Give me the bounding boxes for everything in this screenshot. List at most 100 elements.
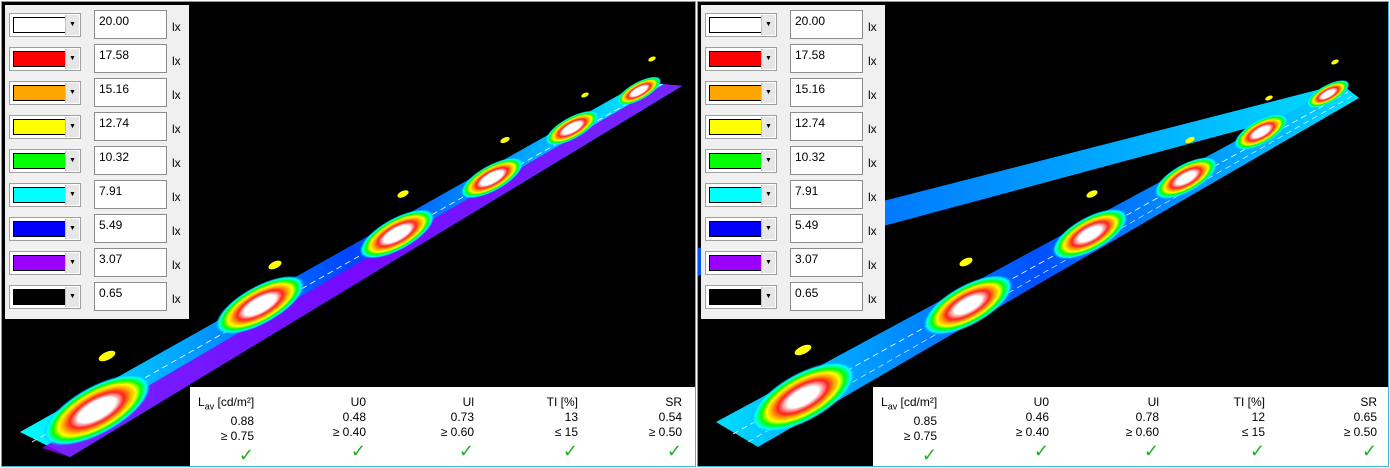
color-swatch (13, 119, 68, 135)
legend-row: ▼ 20.00 lx (701, 10, 885, 40)
threshold-value-field[interactable]: 5.49 (790, 214, 863, 243)
color-picker[interactable]: ▼ (9, 13, 81, 37)
color-picker[interactable]: ▼ (9, 81, 81, 105)
legend-row: ▼ 5.49 lx (701, 214, 885, 244)
color-swatch (709, 153, 764, 169)
chevron-down-icon[interactable]: ▼ (761, 253, 775, 273)
lav-requirement: ≥ 0.75 (220, 429, 254, 444)
lav-header: Lav [cd/m²] (881, 395, 938, 412)
color-picker[interactable]: ▼ (9, 149, 81, 173)
chevron-down-icon[interactable]: ▼ (761, 117, 775, 137)
u0-requirement: ≥ 0.40 (1015, 425, 1049, 439)
color-picker[interactable]: ▼ (9, 47, 81, 71)
threshold-value-field[interactable]: 7.91 (94, 180, 167, 209)
threshold-value-field[interactable]: 12.74 (790, 112, 863, 141)
unit-label: lx (868, 88, 877, 102)
u0-column: U0 0.46 ≥ 0.40 ✓ (1003, 395, 1049, 460)
color-swatch (709, 51, 764, 67)
chevron-down-icon[interactable]: ▼ (761, 185, 775, 205)
threshold-value-field[interactable]: 5.49 (94, 214, 167, 243)
legend-row: ▼ 20.00 lx (5, 10, 189, 40)
color-picker[interactable]: ▼ (705, 13, 777, 37)
chevron-down-icon[interactable]: ▼ (65, 253, 79, 273)
color-swatch (13, 187, 68, 203)
ti-requirement: ≤ 15 (1241, 425, 1265, 439)
color-picker[interactable]: ▼ (705, 47, 777, 71)
unit-label: lx (172, 88, 181, 102)
color-picker[interactable]: ▼ (705, 251, 777, 275)
legend-row: ▼ 3.07 lx (5, 248, 189, 278)
ul-column: Ul 0.78 ≥ 0.60 ✓ (1113, 395, 1159, 460)
chevron-down-icon[interactable]: ▼ (761, 287, 775, 307)
ul-header: Ul (462, 395, 474, 409)
right-view-panel: ▼ 20.00 lx ▼ 17.58 lx ▼ 15.16 lx ▼ 12.74… (697, 1, 1389, 467)
u0-header: U0 (1033, 395, 1049, 409)
chevron-down-icon[interactable]: ▼ (761, 15, 775, 35)
chevron-down-icon[interactable]: ▼ (65, 117, 79, 137)
sr-header: SR (665, 395, 682, 409)
chevron-down-icon[interactable]: ▼ (65, 15, 79, 35)
ul-value: 0.78 (1135, 410, 1159, 424)
threshold-value-field[interactable]: 20.00 (94, 10, 167, 39)
legend-row: ▼ 15.16 lx (5, 78, 189, 108)
unit-label: lx (172, 190, 181, 204)
chevron-down-icon[interactable]: ▼ (761, 49, 775, 69)
check-icon: ✓ (921, 445, 937, 466)
color-picker[interactable]: ▼ (9, 251, 81, 275)
chevron-down-icon[interactable]: ▼ (65, 83, 79, 103)
color-picker[interactable]: ▼ (705, 115, 777, 139)
threshold-value-field[interactable]: 17.58 (790, 44, 863, 73)
color-picker[interactable]: ▼ (9, 217, 81, 241)
color-picker[interactable]: ▼ (705, 81, 777, 105)
threshold-value-field[interactable]: 7.91 (790, 180, 863, 209)
threshold-value-field[interactable]: 0.65 (790, 282, 863, 311)
results-table: Lav [cd/m²] 0.85 ≥ 0.75 ✓ U0 0.46 ≥ 0.40… (873, 387, 1388, 466)
chevron-down-icon[interactable]: ▼ (65, 287, 79, 307)
chevron-down-icon[interactable]: ▼ (761, 151, 775, 171)
threshold-value-field[interactable]: 15.16 (94, 78, 167, 107)
u0-value: 0.48 (342, 410, 366, 424)
color-picker[interactable]: ▼ (9, 183, 81, 207)
sr-requirement: ≥ 0.50 (648, 425, 682, 439)
color-picker[interactable]: ▼ (9, 285, 81, 309)
chevron-down-icon[interactable]: ▼ (65, 219, 79, 239)
check-icon: ✓ (1361, 441, 1377, 461)
color-picker[interactable]: ▼ (705, 217, 777, 241)
chevron-down-icon[interactable]: ▼ (65, 151, 79, 171)
threshold-value-field[interactable]: 10.32 (94, 146, 167, 175)
threshold-value-field[interactable]: 20.00 (790, 10, 863, 39)
threshold-value-field[interactable]: 3.07 (94, 248, 167, 277)
chevron-down-icon[interactable]: ▼ (65, 185, 79, 205)
check-icon: ✓ (1249, 441, 1265, 461)
color-picker[interactable]: ▼ (705, 149, 777, 173)
unit-label: lx (172, 54, 181, 68)
threshold-value-field[interactable]: 10.32 (790, 146, 863, 175)
chevron-down-icon[interactable]: ▼ (761, 219, 775, 239)
threshold-value-field[interactable]: 17.58 (94, 44, 167, 73)
chevron-down-icon[interactable]: ▼ (761, 83, 775, 103)
unit-label: lx (172, 122, 181, 136)
legend-row: ▼ 17.58 lx (701, 44, 885, 74)
check-icon: ✓ (350, 441, 366, 461)
unit-label: lx (868, 54, 877, 68)
sr-requirement: ≥ 0.50 (1343, 425, 1377, 439)
legend-row: ▼ 7.91 lx (701, 180, 885, 210)
unit-label: lx (868, 190, 877, 204)
color-picker[interactable]: ▼ (705, 285, 777, 309)
chevron-down-icon[interactable]: ▼ (65, 49, 79, 69)
threshold-value-field[interactable]: 3.07 (790, 248, 863, 277)
ul-column: Ul 0.73 ≥ 0.60 ✓ (428, 395, 474, 460)
ti-value: 12 (1251, 410, 1265, 424)
color-swatch (709, 221, 764, 237)
ti-column: TI [%] 13 ≤ 15 ✓ (526, 395, 578, 460)
threshold-value-field[interactable]: 15.16 (790, 78, 863, 107)
threshold-value-field[interactable]: 12.74 (94, 112, 167, 141)
lav-value: 0.85 (913, 414, 937, 429)
color-picker[interactable]: ▼ (705, 183, 777, 207)
color-picker[interactable]: ▼ (9, 115, 81, 139)
threshold-value-field[interactable]: 0.65 (94, 282, 167, 311)
color-swatch (13, 51, 68, 67)
legend-row: ▼ 3.07 lx (701, 248, 885, 278)
color-swatch (709, 187, 764, 203)
ul-requirement: ≥ 0.60 (1125, 425, 1159, 439)
